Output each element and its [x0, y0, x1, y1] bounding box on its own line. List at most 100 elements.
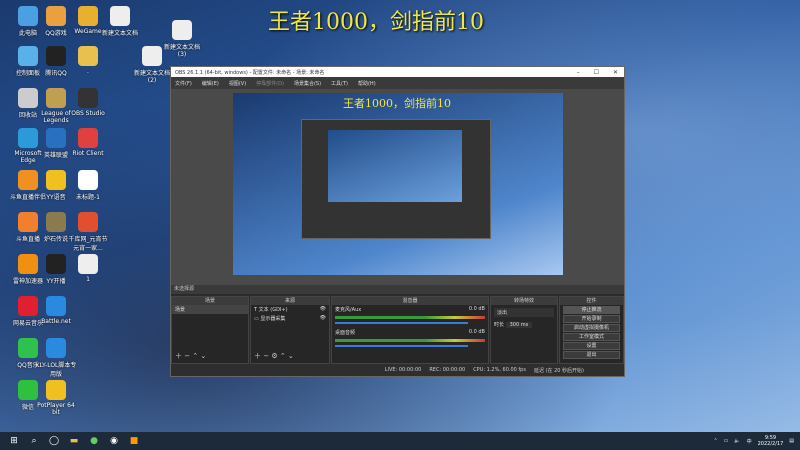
task-view-icon[interactable]: ◯	[48, 435, 60, 447]
transitions-dock: 转场特效 淡出 时长 300 ms	[490, 296, 558, 364]
maximize-button[interactable]: ☐	[594, 69, 599, 76]
file-explorer-icon[interactable]: ▬	[68, 435, 80, 447]
no-source-selected-label: 未选择源	[174, 286, 195, 292]
desktop-icon-label: Riot Client	[72, 150, 104, 157]
start-recording-button[interactable]: 开始录制	[563, 315, 620, 323]
volume-slider[interactable]	[335, 345, 468, 347]
search-icon[interactable]: ⌕	[28, 435, 40, 447]
mixer-channel-name: 麦克风/Aux 0.0 dB	[335, 306, 485, 313]
menu-tools[interactable]: 工具(T)	[331, 80, 348, 87]
controls-dock: 控件 停止推流 开始录制 启动虚拟摄像机 工作室模式 设置 退出	[559, 296, 624, 364]
menu-help[interactable]: 帮助(H)	[358, 80, 376, 87]
app-icon	[78, 170, 98, 190]
app-icon	[78, 212, 98, 232]
desktop-icon-label: 新建文本文档 (2)	[133, 70, 170, 84]
menu-docks[interactable]: 停靠部件(D)	[256, 80, 284, 87]
chevron-up-icon[interactable]: ⌃	[713, 438, 717, 444]
duration-field[interactable]: 时长 300 ms	[491, 320, 557, 329]
preview-headline: 王者1000，剑指前10	[343, 97, 451, 110]
minimize-button[interactable]: –	[577, 69, 580, 76]
virtual-camera-button[interactable]: 启动虚拟摄像机	[563, 324, 620, 332]
volume-icon[interactable]: 🔈	[734, 438, 740, 444]
scene-controls[interactable]: ＋ − ⌃ ⌄	[175, 351, 206, 361]
app-icon	[110, 6, 130, 26]
desktop-icon[interactable]: Riot Client	[66, 128, 110, 157]
mixer-title: 混音器	[332, 297, 488, 305]
exit-button[interactable]: 退出	[563, 351, 620, 359]
taskbar: ⊞ ⌕ ◯ ▬ ● ◉ ■ ⌃ ▭ 🔈 中 9:59 2022/2/17 ▤	[0, 432, 800, 450]
app-icon	[46, 380, 66, 400]
captured-display: 王者1000，剑指前10	[233, 93, 563, 275]
controls-title: 控件	[560, 297, 623, 305]
obs-window: OBS 26.1.1 (64-bit, windows) - 配置文件: 未命名…	[170, 66, 625, 377]
app-icon	[78, 254, 98, 274]
eye-icon: 👁	[319, 306, 326, 312]
source-controls[interactable]: ＋ − ⚙ ⌃ ⌄	[254, 351, 294, 361]
app-icon	[46, 296, 66, 316]
sources-title: 来源	[251, 297, 329, 305]
rec-time: REC: 00:00:00	[429, 367, 466, 373]
app-icon	[78, 88, 98, 108]
stop-streaming-button[interactable]: 停止推流	[563, 306, 620, 314]
close-button[interactable]: ✕	[613, 69, 618, 76]
source-item[interactable]: T 文本 (GDI+) 👁	[251, 305, 329, 314]
desktop-icon[interactable]: 新建文本文档	[98, 6, 142, 37]
desktop-icon-label: 新建文本文档	[101, 30, 138, 37]
taskbar-app-green-icon[interactable]: ●	[88, 435, 100, 447]
volume-slider[interactable]	[335, 322, 468, 324]
transitions-title: 转场特效	[491, 297, 557, 305]
app-icon	[46, 212, 66, 232]
system-tray: ⌃ ▭ 🔈 中 9:59 2022/2/17 ▤	[713, 435, 800, 447]
preview-canvas[interactable]: 王者1000，剑指前10	[171, 89, 624, 285]
desktop-icon-label: 未标题-1	[76, 194, 100, 201]
obs-taskbar-icon[interactable]: ◉	[108, 435, 120, 447]
desktop-icon-label: KLY-LOL脚本专用版	[35, 362, 77, 378]
desktop-icon[interactable]: .	[66, 46, 110, 75]
scene-item[interactable]: 场景	[172, 305, 248, 314]
app-icon	[46, 46, 66, 66]
studio-mode-button[interactable]: 工作室模式	[563, 333, 620, 341]
app-icon	[78, 128, 98, 148]
menu-scene-collection[interactable]: 场景集合(S)	[294, 80, 321, 87]
stream-headline: 王者1000，剑指前10	[268, 10, 484, 35]
desktop-icon-label: .	[87, 68, 89, 75]
desktop-icon[interactable]: 未标题-1	[66, 170, 110, 201]
desktop-icon[interactable]: 千库网_元宵节元宵一家...	[66, 212, 110, 252]
app-icon	[46, 170, 66, 190]
menu-edit[interactable]: 编辑(E)	[202, 80, 219, 87]
desktop-icon[interactable]: 1	[66, 254, 110, 283]
status-bar: LIVE: 00:00:00 REC: 00:00:00 CPU: 1.2%, …	[171, 364, 624, 376]
cpu-fps: CPU: 1.2%, 60.00 fps	[473, 367, 526, 373]
taskbar-app-orange-icon[interactable]: ■	[128, 435, 140, 447]
source-toolbar: 未选择源	[171, 285, 624, 294]
clock[interactable]: 9:59 2022/2/17	[758, 435, 784, 447]
audio-meter	[335, 339, 485, 342]
menu-file[interactable]: 文件(F)	[175, 80, 192, 87]
desktop-icon[interactable]: Battle.net	[34, 296, 78, 325]
menu-view[interactable]: 视图(V)	[229, 80, 246, 87]
app-icon	[78, 6, 98, 26]
app-icon	[46, 6, 66, 26]
desktop-icon-label: 1	[86, 276, 90, 283]
app-icon	[46, 128, 66, 148]
notification-icon[interactable]: ▤	[789, 438, 794, 444]
sources-dock: 来源 T 文本 (GDI+) 👁 ▭ 显示器采集 👁 ＋ − ⚙ ⌃ ⌄	[250, 296, 330, 364]
desktop-icon[interactable]: KLY-LOL脚本专用版	[34, 338, 78, 378]
app-icon	[46, 88, 66, 108]
title-bar: OBS 26.1.1 (64-bit, windows) - 配置文件: 未命名…	[171, 67, 624, 77]
app-icon	[46, 254, 66, 274]
desktop-icon[interactable]: PotPlayer 64 bit	[34, 380, 78, 416]
transition-select[interactable]: 淡出	[494, 308, 554, 317]
desktop-icon[interactable]: 新建文本文档 (2)	[130, 46, 174, 84]
start-button[interactable]: ⊞	[8, 435, 20, 447]
source-item[interactable]: ▭ 显示器采集 👁	[251, 314, 329, 323]
desktop-icon-label: 千库网_元宵节元宵一家...	[68, 236, 108, 252]
desktop-icon-label: OBS Studio	[71, 110, 105, 117]
ime-indicator[interactable]: 中	[747, 438, 752, 445]
network-icon[interactable]: ▭	[724, 438, 729, 444]
settings-button[interactable]: 设置	[563, 342, 620, 350]
desktop-icon-label: Battle.net	[41, 318, 71, 325]
desktop-icon[interactable]: OBS Studio	[66, 88, 110, 117]
nested-obs-capture	[301, 119, 491, 239]
audio-meter	[335, 316, 485, 319]
